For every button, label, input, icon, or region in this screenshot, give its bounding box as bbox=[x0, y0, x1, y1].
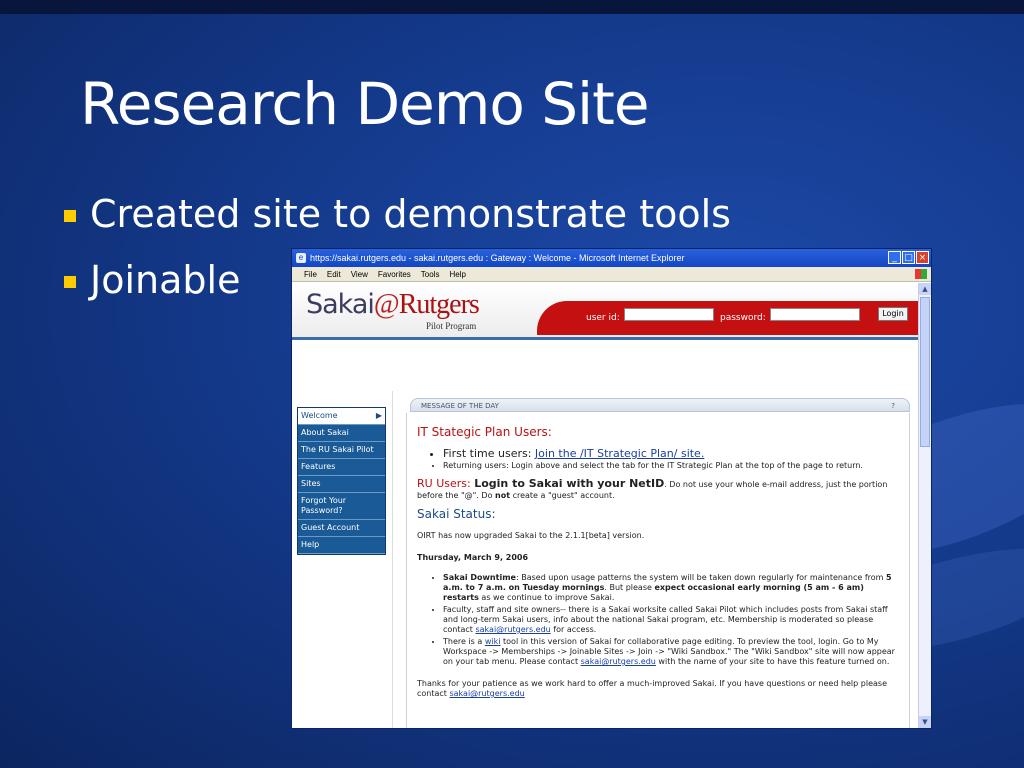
menu-help[interactable]: Help bbox=[449, 270, 465, 279]
motd-panel: IT Stategic Plan Users: First time users… bbox=[406, 413, 910, 728]
menu-file[interactable]: File bbox=[304, 270, 317, 279]
scroll-thumb[interactable] bbox=[920, 297, 930, 447]
scroll-down-icon[interactable]: ▼ bbox=[919, 716, 931, 728]
menu-favorites[interactable]: Favorites bbox=[378, 270, 411, 279]
window-controls: _ □ × bbox=[888, 251, 929, 264]
list-item: Sakai Downtime: Based upon usage pattern… bbox=[443, 573, 899, 603]
maximize-icon[interactable]: □ bbox=[902, 251, 915, 264]
minimize-icon[interactable]: _ bbox=[888, 251, 901, 264]
list-item: Returning users: Login above and select … bbox=[443, 461, 899, 471]
nav-item-help[interactable]: Help bbox=[298, 537, 385, 554]
window-titlebar[interactable]: e https://sakai.rutgers.edu - sakai.rutg… bbox=[292, 249, 931, 267]
pilot-program-label: Pilot Program bbox=[426, 321, 477, 331]
userid-input[interactable] bbox=[624, 308, 714, 321]
bullet-square-icon bbox=[64, 210, 76, 222]
bullet-square-icon bbox=[64, 276, 76, 288]
email-link[interactable]: sakai@rutgers.edu bbox=[475, 625, 550, 634]
menu-edit[interactable]: Edit bbox=[327, 270, 341, 279]
ru-users: RU Users: Login to Sakai with your NetID… bbox=[417, 477, 888, 500]
slide-title: Research Demo Site bbox=[80, 70, 650, 138]
bullet-item: Created site to demonstrate tools bbox=[64, 192, 731, 236]
browser-window: e https://sakai.rutgers.edu - sakai.rutg… bbox=[291, 248, 932, 729]
menu-view[interactable]: View bbox=[351, 270, 368, 279]
slide-top-band bbox=[0, 0, 1024, 14]
list-item: First time users: Join the /IT Strategic… bbox=[443, 447, 899, 460]
list-item: Faculty, staff and site owners-- there i… bbox=[443, 605, 899, 635]
it-heading: IT Stategic Plan Users: bbox=[417, 425, 552, 439]
bullet-item: Joinable bbox=[64, 258, 240, 302]
bullet-text: Created site to demonstrate tools bbox=[90, 192, 731, 236]
ie-icon: e bbox=[296, 253, 306, 263]
nav-item-welcome[interactable]: Welcome ▶ bbox=[298, 408, 385, 425]
page-content: Sakai@Rutgers Pilot Program user id: pas… bbox=[292, 283, 919, 728]
site-header: Sakai@Rutgers Pilot Program user id: pas… bbox=[292, 283, 919, 340]
motd-header: MESSAGE OF THE DAY? bbox=[410, 398, 910, 412]
email-link[interactable]: sakai@rutgers.edu bbox=[581, 657, 656, 666]
wiki-link[interactable]: wiki bbox=[485, 637, 501, 646]
triangle-right-icon: ▶ bbox=[375, 411, 382, 420]
bullet-text: Joinable bbox=[90, 258, 241, 302]
help-icon[interactable]: ? bbox=[891, 399, 895, 413]
password-input[interactable] bbox=[770, 308, 860, 321]
nav-item-forgot-password[interactable]: Forgot Your Password? bbox=[298, 493, 385, 520]
sakai-rutgers-logo: Sakai@Rutgers bbox=[306, 289, 480, 320]
email-link[interactable]: sakai@rutgers.edu bbox=[449, 689, 524, 698]
vertical-scrollbar[interactable]: ▲ ▼ bbox=[918, 283, 931, 728]
thanks-text: Thanks for your patience as we work hard… bbox=[417, 679, 887, 698]
scroll-up-icon[interactable]: ▲ bbox=[919, 283, 931, 295]
nav-item-guest-account[interactable]: Guest Account bbox=[298, 520, 385, 537]
join-it-link[interactable]: Join the /IT Strategic Plan/ site. bbox=[535, 447, 704, 460]
upgrade-text: OIRT has now upgraded Sakai to the 2.1.1… bbox=[417, 531, 645, 540]
login-button[interactable]: Login bbox=[878, 307, 908, 321]
nav-item-ru-pilot[interactable]: The RU Sakai Pilot bbox=[298, 442, 385, 459]
password-label: password: bbox=[720, 313, 766, 323]
windows-flag-icon bbox=[915, 269, 927, 279]
status-heading: Sakai Status: bbox=[417, 507, 496, 521]
window-title: https://sakai.rutgers.edu - sakai.rutger… bbox=[310, 253, 685, 263]
site-nav: Welcome ▶ About Sakai The RU Sakai Pilot … bbox=[297, 407, 386, 555]
menu-tools[interactable]: Tools bbox=[421, 270, 440, 279]
close-icon[interactable]: × bbox=[916, 251, 929, 264]
divider bbox=[392, 391, 393, 728]
list-item: There is a wiki tool in this version of … bbox=[443, 637, 899, 667]
menu-bar: File Edit View Favorites Tools Help bbox=[292, 267, 931, 282]
nav-item-about[interactable]: About Sakai bbox=[298, 425, 385, 442]
nav-item-sites[interactable]: Sites bbox=[298, 476, 385, 493]
userid-label: user id: bbox=[586, 313, 620, 323]
nav-item-features[interactable]: Features bbox=[298, 459, 385, 476]
date-text: Thursday, March 9, 2006 bbox=[417, 553, 529, 562]
